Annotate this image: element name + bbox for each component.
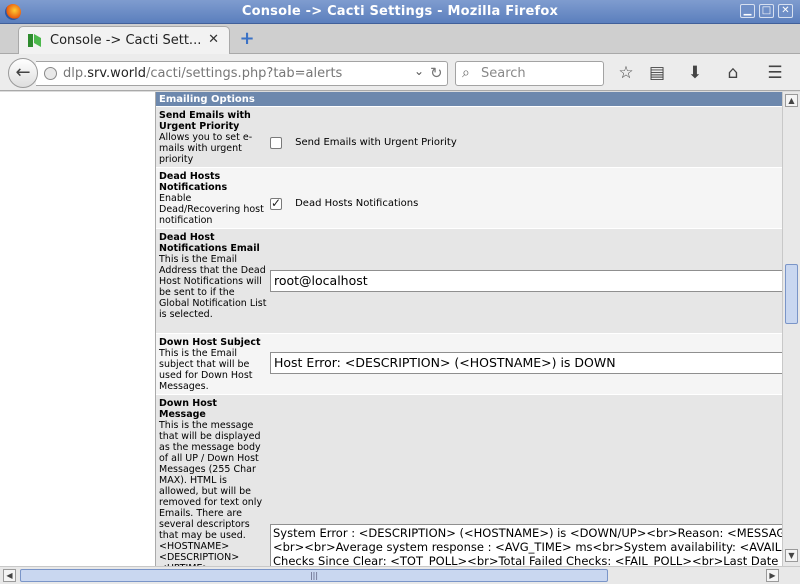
page-content: Emailing Options Send Emails with Urgent… bbox=[0, 92, 782, 566]
setting-row-dead-hosts: Dead Hosts Notifications Enable Dead/Rec… bbox=[156, 168, 782, 229]
reload-icon[interactable]: ↻ bbox=[430, 64, 443, 82]
back-button[interactable]: ← bbox=[8, 58, 38, 88]
tab-strip: Console -> Cacti Sett... ✕ + bbox=[0, 24, 800, 54]
setting-label: Dead Hosts Notifications Enable Dead/Rec… bbox=[159, 171, 267, 226]
reading-list-icon[interactable]: ▤ bbox=[646, 63, 668, 83]
setting-title: Down Host Message bbox=[159, 398, 217, 420]
dead-host-email-input[interactable]: root@localhost bbox=[270, 270, 782, 292]
setting-description: This is the Email Address that the Dead … bbox=[159, 254, 267, 320]
search-placeholder: Search bbox=[481, 66, 526, 81]
hamburger-menu-icon[interactable]: ☰ bbox=[764, 63, 786, 83]
url-bar[interactable]: dlp.srv.world/cacti/settings.php?tab=ale… bbox=[36, 61, 448, 86]
setting-description: Enable Dead/Recovering host notification bbox=[159, 193, 264, 226]
url-text[interactable]: dlp.srv.world/cacti/settings.php?tab=ale… bbox=[63, 66, 342, 81]
search-box[interactable]: ⌕ Search bbox=[455, 61, 604, 86]
scroll-right-icon[interactable]: ▶ bbox=[766, 569, 779, 582]
section-header: Emailing Options bbox=[156, 92, 782, 107]
minimize-button[interactable]: ▁ bbox=[740, 4, 755, 18]
setting-description: Allows you to set e-mails with urgent pr… bbox=[159, 132, 253, 165]
scroll-down-icon[interactable]: ▼ bbox=[785, 549, 798, 562]
setting-label: Dead Host Notifications Email This is th… bbox=[159, 232, 267, 320]
navigation-toolbar: dlp.srv.world/cacti/settings.php?tab=ale… bbox=[0, 54, 800, 91]
setting-description: This is the Email subject that will be u… bbox=[159, 348, 253, 392]
dead-hosts-checkbox[interactable] bbox=[270, 196, 282, 210]
down-host-subject-input[interactable]: Host Error: <DESCRIPTION> (<HOSTNAME>) i… bbox=[270, 352, 782, 374]
setting-title: Down Host Subject bbox=[159, 337, 261, 348]
setting-label: Send Emails with Urgent Priority Allows … bbox=[159, 110, 267, 165]
vertical-scroll-thumb[interactable] bbox=[785, 264, 798, 324]
urgent-priority-control: Send Emails with Urgent Priority bbox=[270, 132, 457, 151]
tab-cacti-settings[interactable]: Console -> Cacti Sett... ✕ bbox=[18, 26, 230, 54]
close-window-button[interactable]: ✕ bbox=[778, 4, 793, 18]
cacti-favicon bbox=[28, 34, 41, 47]
setting-row-urgent-priority: Send Emails with Urgent Priority Allows … bbox=[156, 107, 782, 168]
scroll-left-icon[interactable]: ◀ bbox=[3, 569, 16, 582]
setting-row-dead-host-email: Dead Host Notifications Email This is th… bbox=[156, 229, 782, 334]
search-icon: ⌕ bbox=[462, 65, 470, 81]
setting-row-down-host-message: Down Host Message This is the message th… bbox=[156, 395, 782, 566]
horizontal-scrollbar[interactable]: ◀ ||| ▶ bbox=[0, 566, 800, 584]
new-tab-button[interactable]: + bbox=[238, 30, 256, 48]
setting-description: This is the message that will be display… bbox=[159, 420, 263, 566]
url-dropdown-icon[interactable]: ⌄ bbox=[414, 64, 424, 78]
maximize-button[interactable]: □ bbox=[759, 4, 774, 18]
globe-icon bbox=[44, 67, 57, 80]
setting-row-down-host-subject: Down Host Subject This is the Email subj… bbox=[156, 334, 782, 395]
setting-title: Send Emails with Urgent Priority bbox=[159, 110, 251, 132]
tab-close-icon[interactable]: ✕ bbox=[208, 32, 219, 47]
checkbox-label: Dead Hosts Notifications bbox=[295, 198, 419, 209]
scroll-up-icon[interactable]: ▲ bbox=[785, 94, 798, 107]
horizontal-scroll-thumb[interactable]: ||| bbox=[20, 569, 608, 582]
back-arrow-icon: ← bbox=[15, 62, 31, 83]
bookmark-star-icon[interactable]: ☆ bbox=[615, 63, 637, 83]
dead-hosts-control: Dead Hosts Notifications bbox=[270, 193, 418, 212]
window-title: Console -> Cacti Settings - Mozilla Fire… bbox=[241, 4, 559, 19]
vertical-scrollbar[interactable]: ▲ ▼ bbox=[782, 92, 800, 566]
download-icon[interactable]: ⬇ bbox=[684, 63, 706, 83]
tab-title: Console -> Cacti Sett... bbox=[50, 33, 202, 48]
setting-label: Down Host Message This is the message th… bbox=[159, 398, 267, 566]
settings-panel: Emailing Options Send Emails with Urgent… bbox=[155, 92, 782, 566]
window-titlebar: Console -> Cacti Settings - Mozilla Fire… bbox=[0, 0, 800, 24]
checkbox-label: Send Emails with Urgent Priority bbox=[295, 137, 457, 148]
setting-label: Down Host Subject This is the Email subj… bbox=[159, 337, 267, 392]
setting-title: Dead Hosts Notifications bbox=[159, 171, 228, 193]
setting-title: Dead Host Notifications Email bbox=[159, 232, 260, 254]
left-navigation-pane bbox=[0, 92, 152, 566]
urgent-priority-checkbox[interactable] bbox=[270, 136, 282, 149]
home-icon[interactable]: ⌂ bbox=[722, 63, 744, 83]
down-host-message-textarea[interactable]: System Error : <DESCRIPTION> (<HOSTNAME>… bbox=[270, 524, 782, 566]
